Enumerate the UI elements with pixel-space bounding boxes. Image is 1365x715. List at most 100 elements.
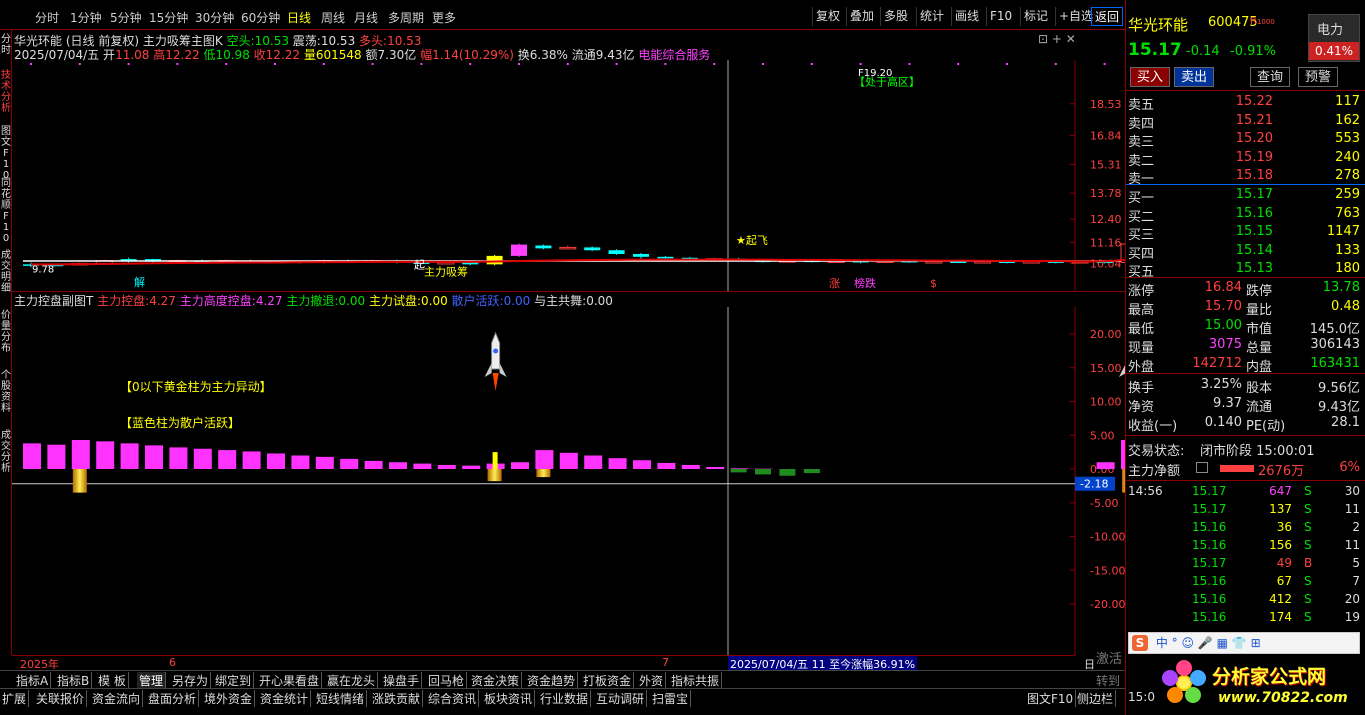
ime-glyph-4[interactable]: ▦ [1217,636,1228,650]
tab-manage[interactable]: 管理 [137,672,167,689]
tab-bind[interactable]: 绑定到 [213,672,255,689]
bid-row[interactable]: 买一 15.17 259 [1128,187,1360,206]
net-detail-icon[interactable] [1196,462,1208,473]
gold-bar [487,469,502,482]
sub-indicator-name[interactable]: 主力控盘副图T [14,294,93,308]
tab-sentiment[interactable]: 短线情绪 [314,690,368,707]
kline-chart[interactable]: 18.5316.8415.3113.7812.4011.1610.04 9.78… [12,60,1125,292]
tab-more[interactable]: 更多 [432,9,456,26]
vtab-deals[interactable]: 成交明细 [0,250,12,294]
tab-survey[interactable]: 互动调研 [594,690,648,707]
tab-monthly[interactable]: 月线 [354,9,378,26]
candle-body [950,261,967,264]
sidebar-button[interactable]: 侧边栏 [1075,690,1117,707]
tab-30min[interactable]: 30分钟 [195,9,234,26]
vtab-deal-analysis[interactable]: 成交分析 [0,430,12,474]
tab-huimaqiang[interactable]: 回马枪 [426,672,468,689]
tab-contribution[interactable]: 涨跌贡献 [370,690,424,707]
tab-indicator-a[interactable]: 指标A [14,672,52,689]
tab-board-fund[interactable]: 打板资金 [581,672,635,689]
pink-bar [96,441,115,469]
add-watchlist-button[interactable]: +自选 [1055,7,1096,26]
bid-row[interactable]: 买二 15.16 763 [1128,206,1360,225]
tab-1min[interactable]: 1分钟 [70,9,102,26]
tab-indicator-b[interactable]: 指标B [55,672,93,689]
tab-sector-news[interactable]: 板块资讯 [482,690,536,707]
tab-board-analysis[interactable]: 盘面分析 [146,690,200,707]
ime-glyph-3[interactable]: 🎤 [1198,636,1213,650]
ime-toolbar[interactable]: S 中 ° ☺ 🎤 ▦ 👕 ⊞ [1128,632,1360,654]
ask-row[interactable]: 卖二 15.19 240 [1128,150,1360,169]
bid-row[interactable]: 买三 15.15 1147 [1128,224,1360,243]
f10-button[interactable]: F10 [986,7,1015,26]
ime-glyph-6[interactable]: ⊞ [1251,636,1261,650]
tab-leader[interactable]: 赢在龙头 [325,672,379,689]
sell-button[interactable]: 卖出 [1174,67,1214,87]
ask-row[interactable]: 卖四 15.21 162 [1128,113,1360,132]
back-button[interactable]: 返回 [1091,7,1124,26]
tab-daily[interactable]: 日线 [287,9,311,26]
pink-bar [1096,462,1115,469]
tab-fund-flow[interactable]: 资金流向 [90,690,144,707]
bid-row[interactable]: 买四 15.14 133 [1128,243,1360,262]
price-tick-label: 12.40 [1090,213,1122,226]
bid-row-price: 15.13 [1235,261,1273,276]
ime-glyph-0[interactable]: 中 [1156,636,1168,650]
vtab-f10[interactable]: 图文F10 [0,126,12,181]
tab-save-as[interactable]: 另存为 [170,672,212,689]
stats-button[interactable]: 统计 [916,7,947,26]
buy-button[interactable]: 买入 [1130,67,1170,87]
vtab-profile[interactable]: 个股资料 [0,370,12,414]
alert-button[interactable]: 预警 [1298,67,1338,87]
ime-glyph-1[interactable]: ° [1172,636,1178,650]
tab-15min[interactable]: 15分钟 [149,9,188,26]
tab-weekly[interactable]: 周线 [321,9,345,26]
overlay-button[interactable]: 叠加 [846,7,877,26]
ime-logo-icon: S [1132,635,1148,651]
top-dot [859,63,862,65]
tab-overseas-fund[interactable]: 境外资金 [202,690,256,707]
ask-row[interactable]: 卖三 15.20 553 [1128,131,1360,150]
tab-foreign[interactable]: 外资 [637,672,667,689]
tab-5min[interactable]: 5分钟 [110,9,142,26]
ime-glyph-2[interactable]: ☺ [1182,636,1195,650]
stat-label-2: 跌停 [1246,284,1273,299]
tab-related-quote[interactable]: 关联报价 [34,690,88,707]
tab-news[interactable]: 综合资讯 [426,690,480,707]
vtab-fenshi[interactable]: 分时 [0,34,12,56]
tick-price: 15.16 [1192,592,1227,606]
vtab-tech[interactable]: 技术分析 [0,70,12,114]
tuwen-f10-button[interactable]: 图文F10 [1025,690,1077,707]
mark-button[interactable]: 标记 [1020,7,1051,26]
draw-button[interactable]: 画线 [951,7,982,26]
ask-row[interactable]: 卖五 15.22 117 [1128,94,1360,113]
vtab-price-vol[interactable]: 价量分布 [0,310,12,354]
fund-label-2: 股本 [1246,381,1273,396]
tab-60min[interactable]: 60分钟 [241,9,280,26]
tab-resonance[interactable]: 指标共振 [669,672,723,689]
multi-stock-button[interactable]: 多股 [880,7,911,26]
tab-fund-trend[interactable]: 资金趋势 [525,672,579,689]
c4-value: 0.00 [421,294,448,308]
fuquan-button[interactable]: 复权 [812,7,843,26]
tab-trader[interactable]: 操盘手 [381,672,423,689]
tab-multi-period[interactable]: 多周期 [388,9,424,26]
query-button[interactable]: 查询 [1250,67,1290,87]
tab-template[interactable]: 模 板 [96,672,129,689]
tick-time: 14:56 [1128,484,1163,498]
tab-fenshi[interactable]: 分时 [35,9,59,26]
vtab-ths-f10[interactable]: 同花顺F10 [0,178,12,244]
sector-box[interactable]: 电力 0.41% [1308,14,1360,62]
zhuli-marker: 主力吸筹 [424,264,468,278]
tab-fund-decision[interactable]: 资金决策 [469,672,523,689]
tab-extend[interactable]: 扩展 [0,690,30,707]
control-chart[interactable]: 20.0015.0010.005.000.00-5.00-10.00-15.00… [12,307,1125,655]
tab-industry-data[interactable]: 行业数据 [538,690,592,707]
tab-minesweeper[interactable]: 扫雷宝 [650,690,692,707]
ma-line [31,258,1125,266]
ask-row-volume: 553 [1335,131,1360,146]
tab-pistachio[interactable]: 开心果看盘 [257,672,323,689]
chart-window-controls[interactable]: ⊡ + ✕ [1038,32,1076,46]
ime-glyph-5[interactable]: 👕 [1232,636,1247,650]
tab-fund-stats[interactable]: 资金统计 [258,690,312,707]
